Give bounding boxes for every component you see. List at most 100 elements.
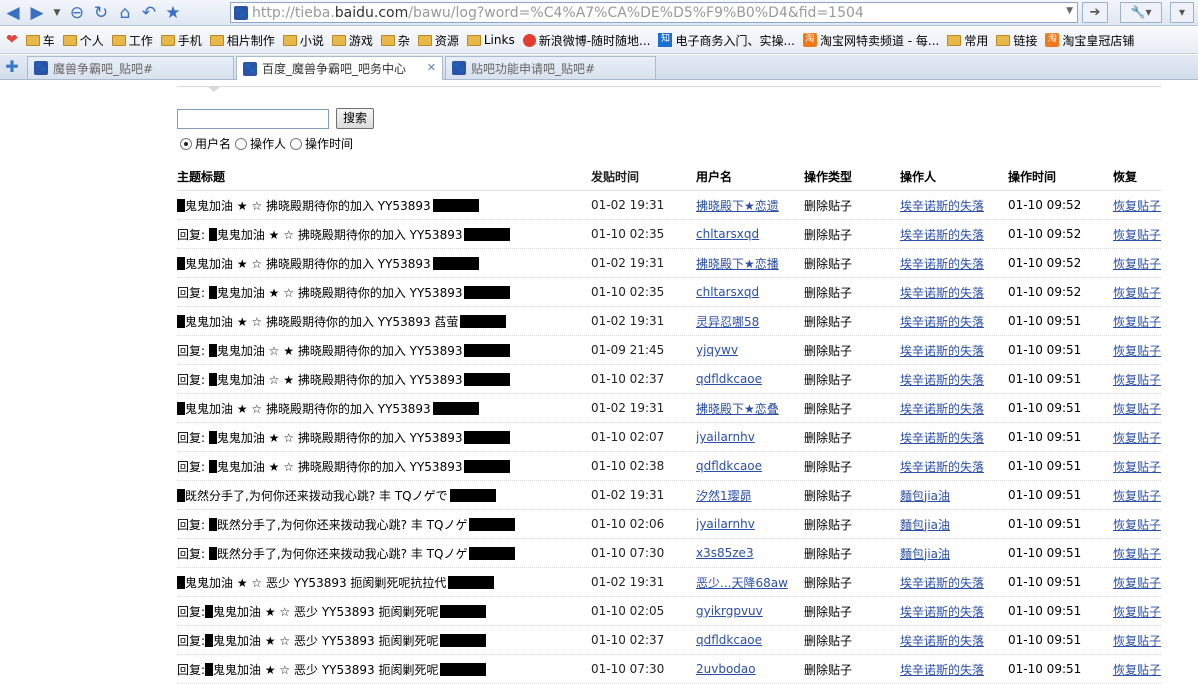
operator-link[interactable]: 埃辛诺斯的失落 bbox=[900, 228, 984, 242]
operator-link[interactable]: 埃辛诺斯的失落 bbox=[900, 605, 984, 619]
menu-dropdown-icon[interactable]: ▾ bbox=[1170, 2, 1194, 23]
operator-link[interactable]: 埃辛诺斯的失落 bbox=[900, 315, 984, 329]
username-link[interactable]: jyailarnhv bbox=[696, 430, 755, 444]
operator-link[interactable]: 埃辛诺斯的失落 bbox=[900, 431, 984, 445]
bookmark-folder[interactable]: 杂 bbox=[380, 32, 410, 49]
tab-mowzb-tieba[interactable]: 🐾 魔兽争霸吧_贴吧# bbox=[27, 56, 234, 79]
stop-icon[interactable]: ⊖ bbox=[66, 2, 88, 24]
back-icon[interactable]: ◀ bbox=[2, 2, 24, 24]
go-arrow-icon[interactable]: ➔ bbox=[1082, 2, 1108, 23]
redaction-block bbox=[177, 198, 185, 212]
bookmark-folder[interactable]: 车 bbox=[25, 32, 55, 49]
restore-post-link[interactable]: 恢复贴子 bbox=[1113, 257, 1161, 271]
username-link[interactable]: x3s85ze3 bbox=[696, 546, 754, 560]
redaction-block bbox=[208, 285, 217, 299]
username-link[interactable]: gyikrgpvuv bbox=[696, 604, 763, 618]
heart-icon[interactable]: ❤ bbox=[6, 32, 18, 48]
restore-post-link[interactable]: 恢复贴子 bbox=[1113, 373, 1161, 387]
radio-username[interactable]: 用户名 bbox=[180, 135, 231, 152]
close-tab-icon[interactable]: ✕ bbox=[427, 61, 436, 74]
bookmark-folder[interactable]: 个人 bbox=[62, 32, 104, 49]
restore-post-link[interactable]: 恢复贴子 bbox=[1113, 460, 1161, 474]
radio-unselected-icon[interactable] bbox=[235, 137, 248, 150]
address-bar[interactable]: 🐾 http://tieba.baidu.com/bawu/log?word=%… bbox=[230, 2, 1078, 23]
restore-post-link[interactable]: 恢复贴子 bbox=[1113, 634, 1161, 648]
search-button[interactable]: 搜索 bbox=[336, 108, 374, 129]
operator-link[interactable]: 埃辛诺斯的失落 bbox=[900, 402, 984, 416]
tools-wrench-icon[interactable]: 🔧▾ bbox=[1120, 2, 1162, 23]
operator-link[interactable]: 埃辛诺斯的失落 bbox=[900, 199, 984, 213]
bookmark-link[interactable]: 新浪微博-随时随地... bbox=[522, 32, 650, 49]
operator-link[interactable]: 埃辛诺斯的失落 bbox=[900, 257, 984, 271]
op-type: 删除贴子 bbox=[804, 430, 853, 445]
operator-link[interactable]: 埃辛诺斯的失落 bbox=[900, 576, 984, 590]
username-link[interactable]: qdfldkcaoe bbox=[696, 459, 762, 473]
post-title: 回复: 鬼鬼加油 ★ ☆ 拂晓殿期待你的加入 YY53893 bbox=[177, 458, 591, 475]
restore-post-link[interactable]: 恢复贴子 bbox=[1113, 605, 1161, 619]
url-dropdown-icon[interactable]: ▼ bbox=[1066, 6, 1073, 16]
restore-post-link[interactable]: 恢复贴子 bbox=[1113, 402, 1161, 416]
operator-link[interactable]: 麵包jia油 bbox=[900, 518, 950, 532]
username-link[interactable]: 灵异忍哪58 bbox=[696, 315, 759, 329]
operator-link[interactable]: 埃辛诺斯的失落 bbox=[900, 373, 984, 387]
restore-post-link[interactable]: 恢复贴子 bbox=[1113, 228, 1161, 242]
home-icon[interactable]: ⌂ bbox=[114, 2, 136, 24]
table-row: 回复: 鬼鬼加油 ★ ☆ 拂晓殿期待你的加入 YY53893 01-10 02:… bbox=[177, 220, 1161, 249]
bookmark-folder[interactable]: 手机 bbox=[160, 32, 202, 49]
restore-post-link[interactable]: 恢复贴子 bbox=[1113, 489, 1161, 503]
username-link[interactable]: 汐然1璎昴 bbox=[696, 489, 752, 503]
undo-icon[interactable]: ↶ bbox=[138, 2, 160, 24]
operator-link[interactable]: 麵包jia油 bbox=[900, 547, 950, 561]
restore-post-link[interactable]: 恢复贴子 bbox=[1113, 286, 1161, 300]
username-link[interactable]: chltarsxqd bbox=[696, 285, 759, 299]
bookmark-folder[interactable]: 游戏 bbox=[331, 32, 373, 49]
favorite-star-icon[interactable]: ★ bbox=[162, 2, 184, 24]
radio-selected-icon[interactable] bbox=[180, 137, 192, 150]
username-link[interactable]: 拂晓殿下★恋叠 bbox=[696, 402, 779, 416]
restore-post-link[interactable]: 恢复贴子 bbox=[1113, 344, 1161, 358]
username-link[interactable]: 拂晓殿下★恋遗 bbox=[696, 199, 779, 213]
bookmark-link[interactable]: 淘淘宝网特卖频道 - 每... bbox=[802, 32, 939, 49]
bookmark-folder[interactable]: 工作 bbox=[111, 32, 153, 49]
username-link[interactable]: chltarsxqd bbox=[696, 227, 759, 241]
radio-operator[interactable]: 操作人 bbox=[235, 135, 286, 152]
bookmark-link[interactable]: 淘淘宝皇冠店铺 bbox=[1045, 32, 1134, 49]
refresh-icon[interactable]: ↻ bbox=[90, 2, 112, 24]
username-link[interactable]: jyailarnhv bbox=[696, 517, 755, 531]
operator-link[interactable]: 埃辛诺斯的失落 bbox=[900, 663, 984, 677]
forward-icon[interactable]: ▶ bbox=[26, 2, 48, 24]
operator-link[interactable]: 埃辛诺斯的失落 bbox=[900, 286, 984, 300]
operator-link[interactable]: 埃辛诺斯的失落 bbox=[900, 460, 984, 474]
username-link[interactable]: yjqywv bbox=[696, 343, 738, 357]
operator-link[interactable]: 埃辛诺斯的失落 bbox=[900, 344, 984, 358]
operator-link[interactable]: 麵包jia油 bbox=[900, 489, 950, 503]
restore-post-link[interactable]: 恢复贴子 bbox=[1113, 518, 1161, 532]
restore-post-link[interactable]: 恢复贴子 bbox=[1113, 663, 1161, 677]
new-tab-plus-icon[interactable]: ✚ bbox=[3, 58, 21, 76]
bookmark-folder[interactable]: 相片制作 bbox=[209, 32, 275, 49]
radio-op-time[interactable]: 操作时间 bbox=[290, 135, 353, 152]
folder-icon bbox=[331, 34, 346, 46]
username-link[interactable]: 恶少...天降68aw bbox=[696, 576, 788, 590]
restore-post-link[interactable]: 恢复贴子 bbox=[1113, 576, 1161, 590]
search-input[interactable] bbox=[177, 109, 329, 129]
restore-post-link[interactable]: 恢复贴子 bbox=[1113, 547, 1161, 561]
bookmark-folder[interactable]: 常用 bbox=[947, 32, 988, 49]
tab-function-apply[interactable]: 🐾 贴吧功能申请吧_贴吧# bbox=[445, 56, 656, 79]
username-link[interactable]: qdfldkcaoe bbox=[696, 372, 762, 386]
history-dropdown-icon[interactable]: ▼ bbox=[50, 2, 64, 24]
bookmark-folder[interactable]: 链接 bbox=[996, 32, 1037, 49]
restore-post-link[interactable]: 恢复贴子 bbox=[1113, 315, 1161, 329]
username-link[interactable]: 2uvbodao bbox=[696, 662, 756, 676]
username-link[interactable]: 拂晓殿下★恋播 bbox=[696, 257, 779, 271]
bookmark-folder[interactable]: 资源 bbox=[417, 32, 459, 49]
restore-post-link[interactable]: 恢复贴子 bbox=[1113, 199, 1161, 213]
bookmark-link[interactable]: 知电子商务入门、实操... bbox=[658, 32, 795, 49]
bookmark-folder[interactable]: 小说 bbox=[282, 32, 324, 49]
bookmark-folder[interactable]: Links bbox=[466, 33, 515, 47]
tab-bawu-center[interactable]: 🐾 百度_魔兽争霸吧_吧务中心 ✕ bbox=[236, 56, 443, 80]
radio-unselected-icon[interactable] bbox=[290, 137, 303, 150]
restore-post-link[interactable]: 恢复贴子 bbox=[1113, 431, 1161, 445]
username-link[interactable]: qdfldkcaoe bbox=[696, 633, 762, 647]
operator-link[interactable]: 埃辛诺斯的失落 bbox=[900, 634, 984, 648]
